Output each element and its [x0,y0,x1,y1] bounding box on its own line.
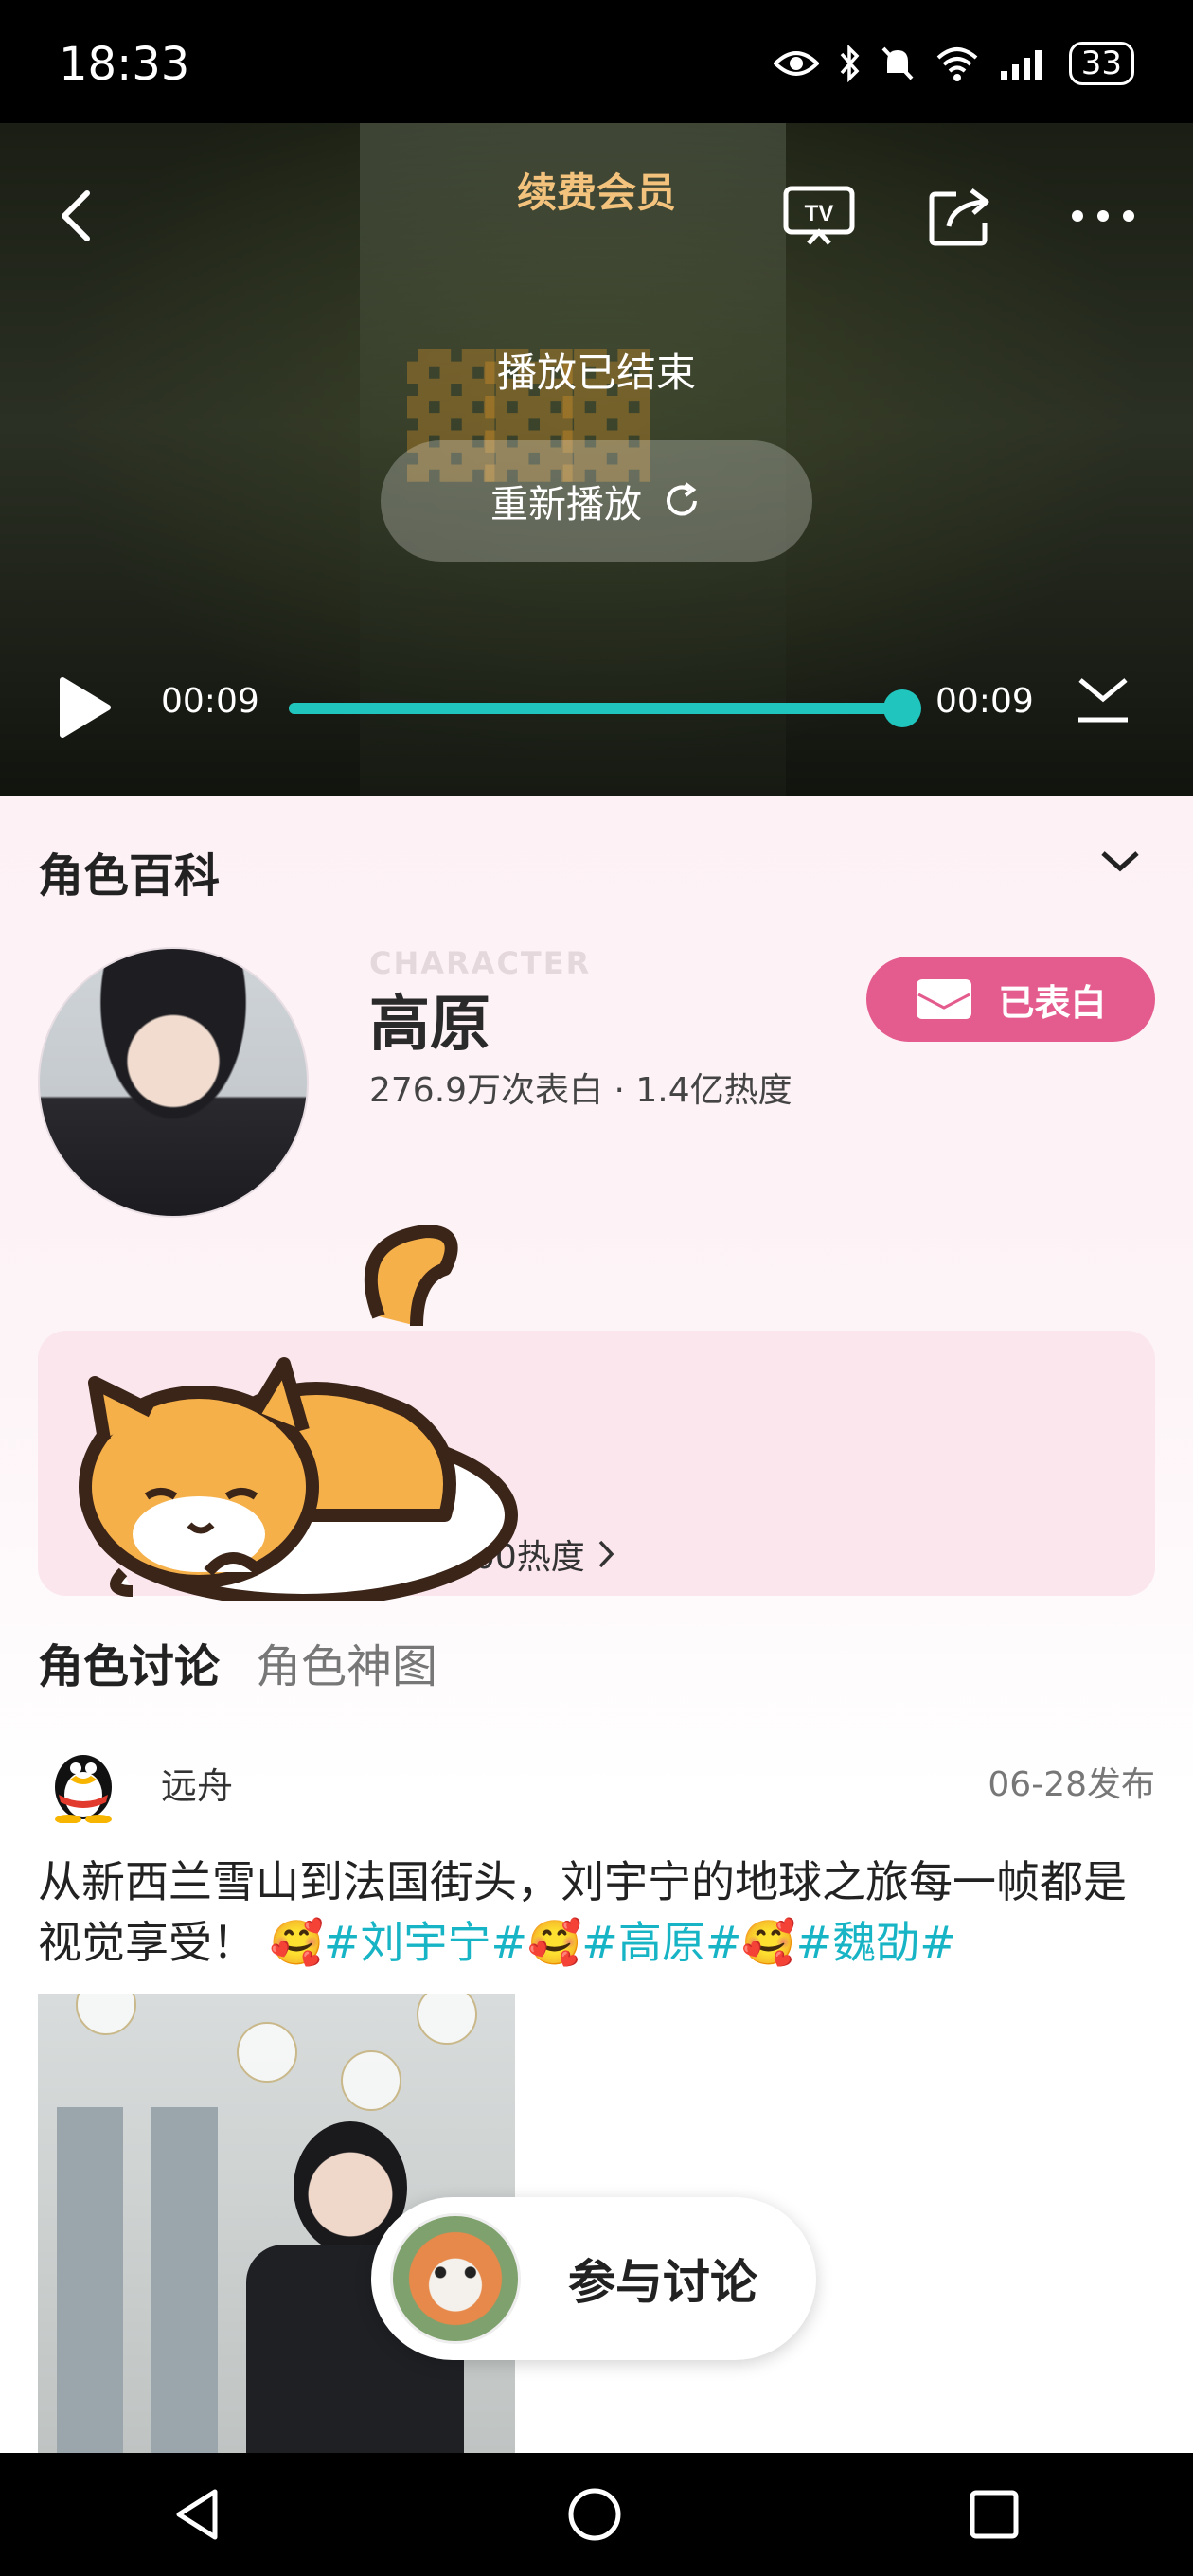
heat-count: 1.4亿热度 [635,1071,792,1110]
emoji: 🥰 [741,1917,796,1968]
hashtag-link[interactable]: #魏劭# [796,1917,956,1968]
post-author[interactable]: 远舟 [161,1757,233,1809]
nav-recents-icon[interactable] [969,2489,1020,2540]
tv-cast-icon: TV [783,186,855,245]
post-text: 从新西兰雪山到法国街头，刘宇宁的地球之旅每一帧都是视觉享受！ 🥰#刘宇宁#🥰#高… [38,1852,1165,1973]
nav-back-icon[interactable] [173,2488,221,2541]
lamp [76,1994,136,2035]
lamp [341,2050,401,2111]
hashtag-link[interactable]: #高原# [581,1917,741,1968]
play-button[interactable] [57,674,114,744]
post-date: 06-28发布 [988,1765,1155,1804]
collapse-section-button[interactable] [1099,848,1141,878]
lamp [417,1994,477,2045]
user-avatar [390,2213,521,2344]
hashtag-link[interactable]: #刘宇宁# [324,1917,527,1968]
play-icon [60,677,111,738]
join-discussion-label: 参与讨论 [568,2255,757,2310]
replay-button[interactable]: 重新播放 [381,440,812,562]
emoji: 🥰 [269,1917,324,1968]
emoji: 🥰 [527,1917,582,1968]
confessed-label: 已表白 [998,981,1107,1024]
section-title: 角色百科 [38,850,221,903]
collapse-button[interactable] [1075,674,1131,731]
tv-cast-button[interactable]: TV [776,178,862,254]
author-avatar[interactable] [45,1738,121,1823]
current-time: 00:09 [161,682,259,721]
video-player[interactable]: ▓▓▓ 续费会员 TV 播放已结束 重新播放 00:09 00:09 [0,123,1193,796]
confessed-button[interactable]: 已表白 [866,957,1155,1042]
share-icon [929,188,989,246]
eye-icon [773,51,819,76]
tab-discussion[interactable]: 角色讨论 [38,1629,220,1695]
svg-text:TV: TV [805,201,834,226]
character-stats: 276.9万次表白 · 1.4亿热度 [369,1071,792,1110]
replay-label: 重新播放 [490,483,642,527]
lamp [237,2022,297,2083]
system-nav-bar [0,2453,1193,2576]
discussion-tabs: 角色讨论 角色神图 [38,1629,437,1695]
window [57,2107,123,2453]
confession-count: 276.9万次表白 [369,1071,604,1110]
chevron-down-icon [1101,851,1139,872]
character-wiki-panel: 角色百科 CHARACTER 高原 276.9万次表白 · 1.4亿热度 已表白… [0,796,1193,2453]
envelope-icon [917,979,972,1019]
bluetooth-icon [840,45,860,82]
wifi-icon [936,47,978,81]
total-time: 00:09 [935,682,1034,721]
more-button[interactable] [1060,178,1146,254]
refresh-icon [667,482,697,516]
nav-home-icon[interactable] [566,2486,623,2543]
signal-icon [1000,50,1042,80]
chevron-right-icon [598,1540,614,1568]
character-avatar[interactable] [38,947,309,1218]
progress-fill [289,703,902,714]
status-bar: 18:33 33 [0,0,1193,123]
player-controls: 00:09 00:09 [0,653,1193,748]
join-discussion-button[interactable]: 参与讨论 [371,2197,816,2360]
status-icons: 33 [773,42,1134,85]
character-name: 高原 [369,990,490,1060]
progress-bar[interactable] [289,689,921,727]
collapse-icon [1078,678,1128,723]
mute-bell-icon [881,46,914,80]
battery-indicator: 33 [1068,42,1134,85]
renew-membership-link[interactable]: 续费会员 [0,161,1193,219]
playback-ended-text: 播放已结束 [496,349,696,396]
share-button[interactable] [918,178,1004,254]
tab-gallery[interactable]: 角色神图 [256,1629,437,1695]
progress-handle[interactable] [883,689,921,727]
more-icon [1072,210,1134,222]
sleeping-cat-sticker [79,1225,518,1601]
status-time: 18:33 [59,38,190,91]
window [151,2107,218,2453]
